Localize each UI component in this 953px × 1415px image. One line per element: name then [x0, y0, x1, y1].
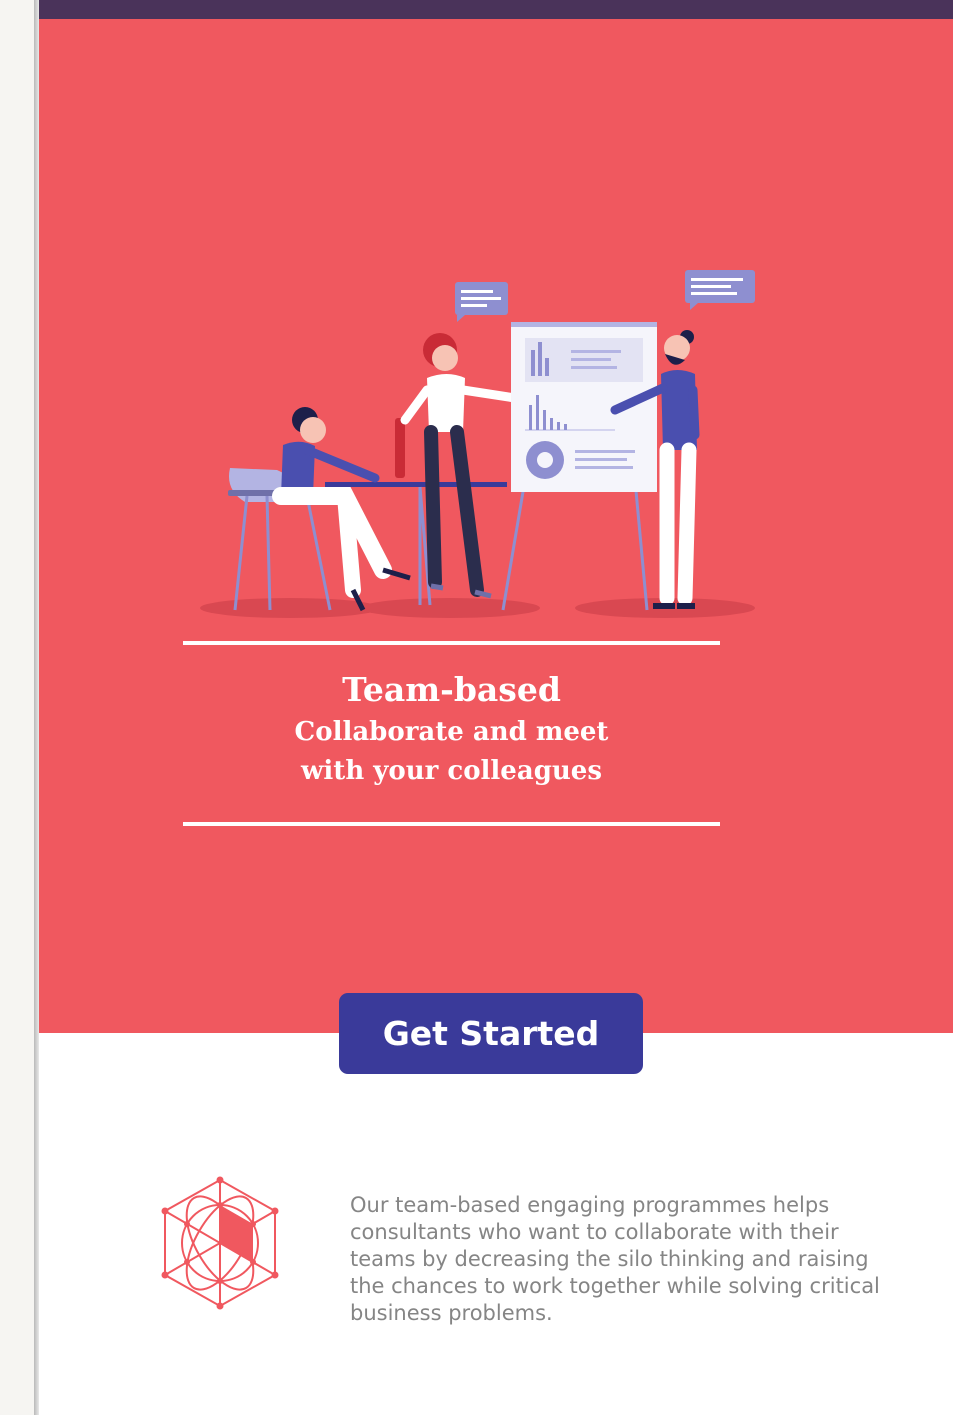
floor-shadow — [200, 598, 380, 618]
presentation-board — [501, 322, 657, 611]
hero-headline: Team-based Collaborate and meet with you… — [183, 667, 720, 791]
hero-title: Team-based — [342, 670, 561, 709]
floor-shadow — [360, 598, 540, 618]
seated-woman — [272, 407, 411, 612]
side-rail — [0, 0, 34, 1415]
divider-top — [183, 641, 720, 645]
hero-subtitle-line-1: Collaborate and meet — [294, 717, 609, 747]
hero-subtitle-line-2: with your colleagues — [301, 756, 602, 786]
speech-bubble-icon — [685, 270, 755, 310]
top-bar — [39, 0, 953, 19]
team-meeting-illustration — [200, 270, 755, 618]
network-hexagon-icon — [161, 1176, 279, 1310]
get-started-button[interactable]: Get Started — [339, 993, 643, 1074]
divider-bottom — [183, 822, 720, 826]
speech-bubble-icon — [455, 282, 508, 322]
feature-description: Our team-based engaging programmes helps… — [350, 1193, 880, 1325]
